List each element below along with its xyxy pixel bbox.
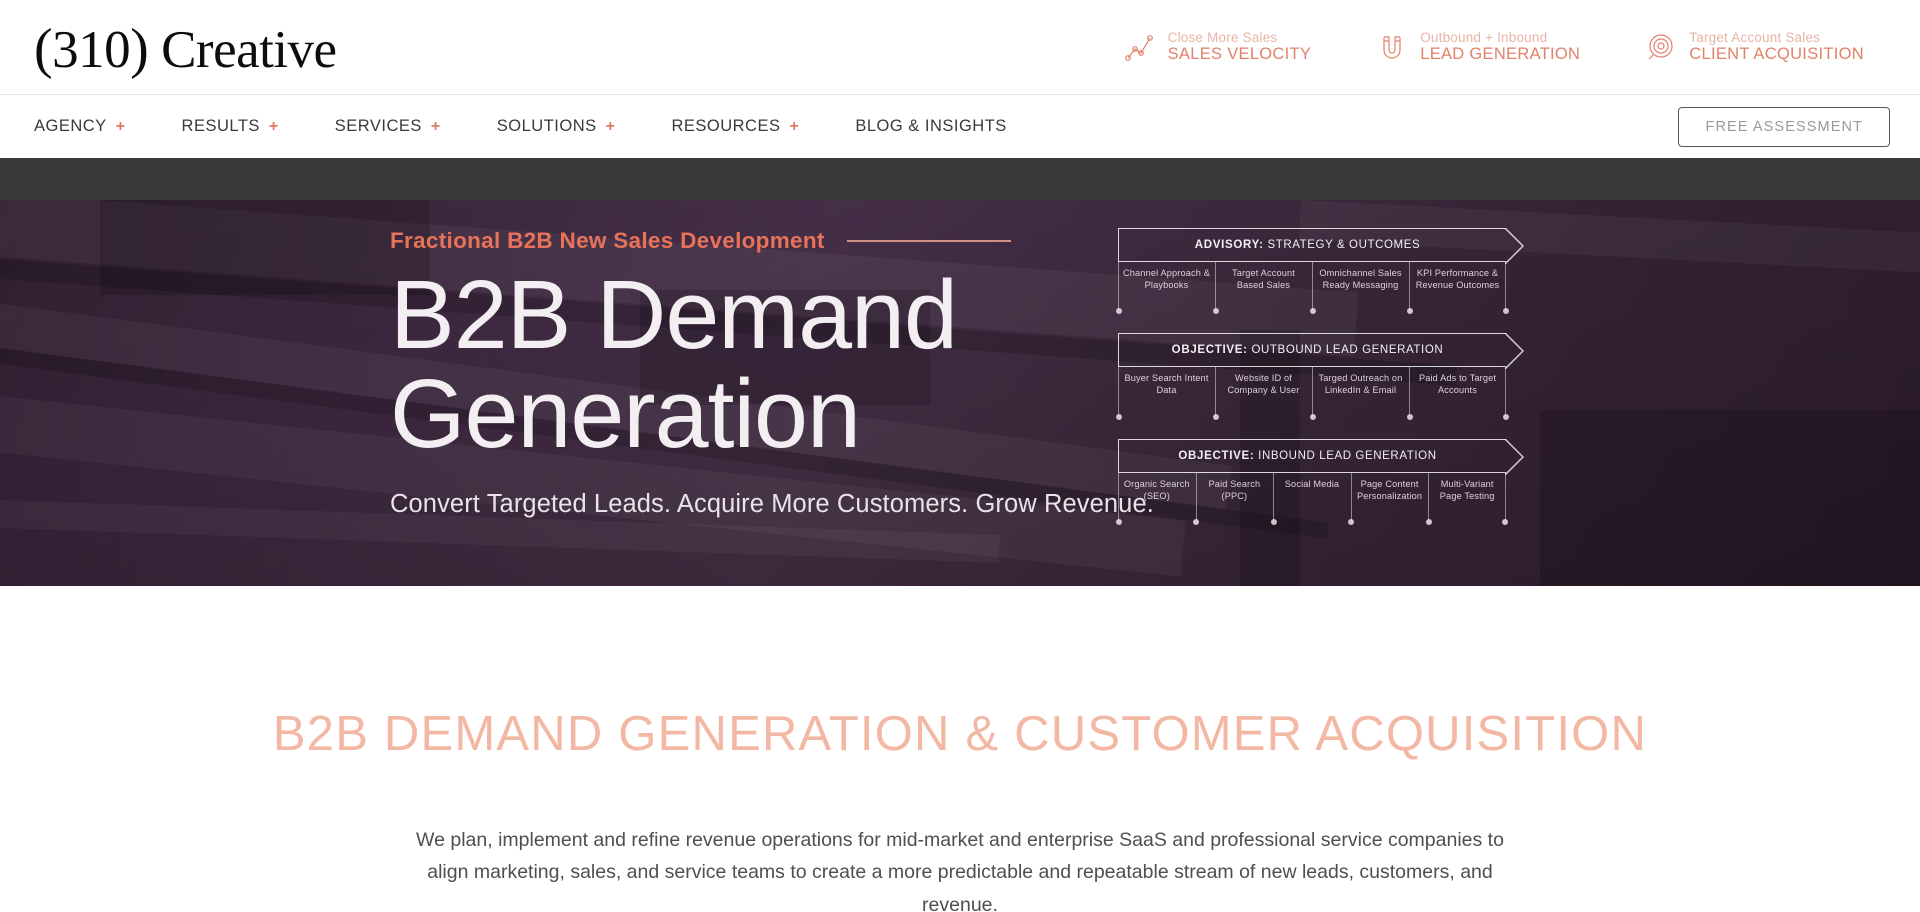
promo-subtitle: Close More Sales [1167,29,1278,45]
nav-label: SERVICES [334,117,422,135]
plus-icon: + [430,117,441,135]
diagram-band-outbound: OBJECTIVE: OUTBOUND LEAD GENERATION Buye… [1115,333,1524,420]
top-header-bar: (310) Creative Close More Sales SALES VE… [0,0,1920,94]
nav-label: BLOG & INSIGHTS [855,117,1007,135]
diagram-band-label: ADVISORY: STRATEGY & OUTCOMES [1195,239,1431,251]
chevron-right-icon [1505,438,1524,475]
diagram-item-label: Page Content Personalization [1357,478,1423,501]
site-logo[interactable]: (310) Creative [34,17,337,77]
header-promo-group: Close More Sales SALES VELOCITY Outbound… [1124,29,1890,64]
promo-lead-generation[interactable]: Outbound + Inbound LEAD GENERATION [1377,30,1580,64]
diagram-item-label: Target Account Based Sales [1232,268,1295,291]
nav-item-results[interactable]: RESULTS + [182,117,307,136]
diagram-band-prefix: OBJECTIVE: [1171,344,1248,357]
diagram-item-label: Omnichannel Sales Ready Messaging [1319,268,1402,291]
nav-label: SOLUTIONS [496,117,597,135]
diagram-item-label: Organic Search (SEO) [1123,478,1190,501]
target-icon [1646,32,1676,62]
diagram-item-label: Buyer Search Intent Data [1124,373,1209,396]
diagram-item: Organic Search (SEO) [1115,472,1196,526]
main-navigation-bar: AGENCY + RESULTS + SERVICES + SOLUTIONS … [0,94,1920,158]
main-content-section: B2B DEMAND GENERATION & CUSTOMER ACQUISI… [0,586,1920,912]
diagram-band-bar: OBJECTIVE: INBOUND LEAD GENERATION [1118,438,1524,475]
nav-item-resources[interactable]: RESOURCES + [671,117,827,136]
diagram-band-items: Channel Approach & Playbooks Target Acco… [1115,262,1509,315]
diagram-item: Paid Ads to Target Accounts [1406,367,1509,420]
nav-items: AGENCY + RESULTS + SERVICES + SOLUTIONS … [34,117,1063,136]
hero-content: Fractional B2B New Sales Development B2B… [0,200,1920,586]
diagram-item: Multi-Variant Page Testing [1425,472,1509,526]
plus-icon: + [605,117,616,135]
nav-item-solutions[interactable]: SOLUTIONS + [497,117,644,136]
nav-label: AGENCY [34,117,107,135]
diagram-item: Targed Outreach on LinkedIn & Email [1309,367,1409,420]
dark-divider-strip [0,158,1920,200]
diagram-band-items: Organic Search (SEO) Paid Search (PPC) S… [1115,472,1509,526]
diagram-item: Website ID of Company & User [1212,367,1312,420]
diagram-item: Target Account Based Sales [1212,262,1312,315]
diagram-band-label: OBJECTIVE: OUTBOUND LEAD GENERATION [1172,344,1454,356]
logo-paren-open: ( [34,18,53,80]
diagram-item-label: Social Media [1284,478,1340,489]
logo-word: Creative [161,21,337,79]
free-assessment-button[interactable]: FREE ASSESSMENT [1678,106,1890,147]
diagram-item-label: Targed Outreach on LinkedIn & Email [1318,373,1403,396]
promo-sales-velocity[interactable]: Close More Sales SALES VELOCITY [1124,29,1312,64]
hero-section: Fractional B2B New Sales Development B2B… [0,200,1920,586]
diagram-band-title: STRATEGY & OUTCOMES [1267,239,1421,251]
section-title: B2B DEMAND GENERATION & CUSTOMER ACQUISI… [272,707,1648,761]
diagram-band-title: OUTBOUND LEAD GENERATION [1251,344,1444,357]
diagram-band-bar: ADVISORY: STRATEGY & OUTCOMES [1118,228,1524,264]
diagram-band-items: Buyer Search Intent Data Website ID of C… [1115,367,1509,420]
diagram-band-inbound: OBJECTIVE: INBOUND LEAD GENERATION Organ… [1115,438,1524,526]
hero-diagram: ADVISORY: STRATEGY & OUTCOMES Channel Ap… [1115,228,1524,526]
diagram-item: KPI Performance & Revenue Outcomes [1406,262,1509,315]
promo-client-acquisition[interactable]: Target Account Sales CLIENT ACQUISITION [1646,30,1864,64]
diagram-item-label: Paid Ads to Target Accounts [1418,373,1497,396]
promo-subtitle: Outbound + Inbound [1420,29,1548,45]
logo-paren-close: ) [130,18,149,80]
nav-item-services[interactable]: SERVICES + [335,117,469,136]
diagram-item: Social Media [1270,472,1351,526]
diagram-band-bar: OBJECTIVE: OUTBOUND LEAD GENERATION [1118,333,1524,370]
diagram-item: Buyer Search Intent Data [1115,367,1215,420]
chevron-right-icon [1505,228,1524,264]
promo-subtitle: Target Account Sales [1689,29,1821,45]
promo-title: LEAD GENERATION [1420,45,1581,64]
plus-icon: + [115,117,126,135]
line-chart-icon [1124,32,1155,62]
hero-kicker: Fractional B2B New Sales Development [390,228,825,253]
promo-title: SALES VELOCITY [1167,45,1312,64]
logo-number: 310 [52,21,131,79]
diagram-item: Page Content Personalization [1348,472,1429,526]
diagram-item-label: Multi-Variant Page Testing [1439,478,1495,501]
chevron-right-icon [1505,333,1524,370]
hero-kicker-rule [846,240,1011,242]
diagram-item-label: KPI Performance & Revenue Outcomes [1415,268,1500,291]
diagram-item: Omnichannel Sales Ready Messaging [1309,262,1409,315]
section-body-text: We plan, implement and refine revenue op… [416,829,1504,912]
nav-label: RESULTS [181,117,260,135]
nav-item-blog-insights[interactable]: BLOG & INSIGHTS [855,117,1034,136]
nav-label: RESOURCES [671,117,781,135]
diagram-item: Channel Approach & Playbooks [1115,262,1215,315]
diagram-item-label: Website ID of Company & User [1227,373,1300,396]
diagram-item: Paid Search (PPC) [1193,472,1274,526]
diagram-band-prefix: ADVISORY: [1194,239,1264,251]
diagram-item-label: Paid Search (PPC) [1208,478,1261,501]
diagram-band-title: INBOUND LEAD GENERATION [1258,449,1437,462]
diagram-item-label: Channel Approach & Playbooks [1123,268,1210,291]
diagram-band-advisory: ADVISORY: STRATEGY & OUTCOMES Channel Ap… [1115,228,1524,315]
nav-item-agency[interactable]: AGENCY + [34,117,154,136]
plus-icon: + [268,117,279,135]
plus-icon: + [789,117,800,135]
magnet-icon [1377,32,1407,62]
promo-title: CLIENT ACQUISITION [1689,45,1864,64]
diagram-band-prefix: OBJECTIVE: [1178,449,1255,462]
diagram-band-label: OBJECTIVE: INBOUND LEAD GENERATION [1178,450,1446,462]
